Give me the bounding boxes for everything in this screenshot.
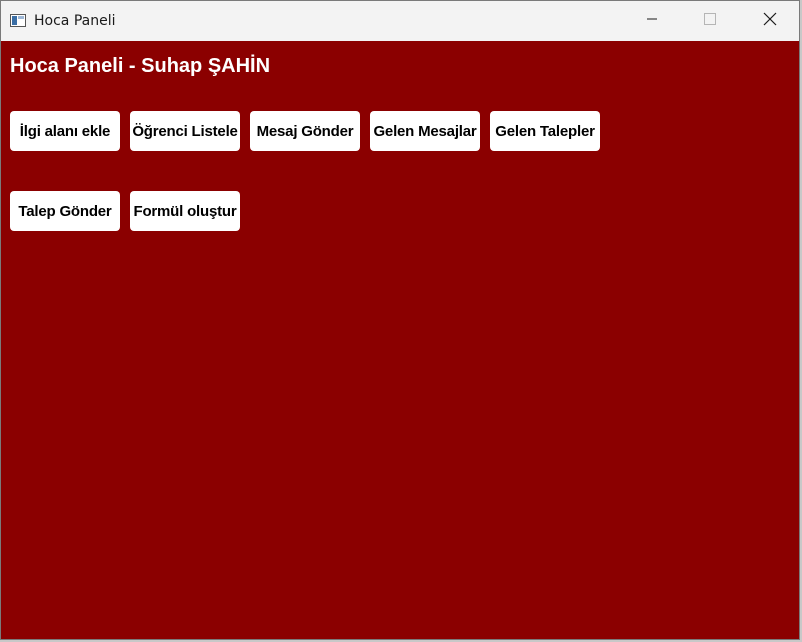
close-icon <box>763 12 777 31</box>
minimize-button[interactable] <box>623 1 681 41</box>
send-message-button[interactable]: Mesaj Gönder <box>250 111 360 151</box>
add-interest-area-button[interactable]: İlgi alanı ekle <box>10 111 120 151</box>
window-app-icon <box>10 14 26 27</box>
create-formula-button[interactable]: Formül oluştur <box>130 191 240 231</box>
window-title: Hoca Paneli <box>34 13 116 29</box>
panel-content: Hoca Paneli - Suhap ŞAHİN İlgi alanı ekl… <box>1 41 799 639</box>
maximize-icon <box>704 12 716 30</box>
incoming-requests-button[interactable]: Gelen Talepler <box>490 111 600 151</box>
incoming-messages-button[interactable]: Gelen Mesajlar <box>370 111 480 151</box>
panel-heading: Hoca Paneli - Suhap ŞAHİN <box>10 55 271 77</box>
list-students-button[interactable]: Öğrenci Listele <box>130 111 240 151</box>
close-button[interactable] <box>741 1 799 41</box>
title-bar[interactable]: Hoca Paneli <box>1 1 799 41</box>
send-request-button[interactable]: Talep Gönder <box>10 191 120 231</box>
app-window: Hoca Paneli Hoca Paneli - Suhap ŞAHİN İl… <box>0 0 800 640</box>
maximize-button[interactable] <box>681 1 739 41</box>
minimize-icon <box>646 12 658 30</box>
